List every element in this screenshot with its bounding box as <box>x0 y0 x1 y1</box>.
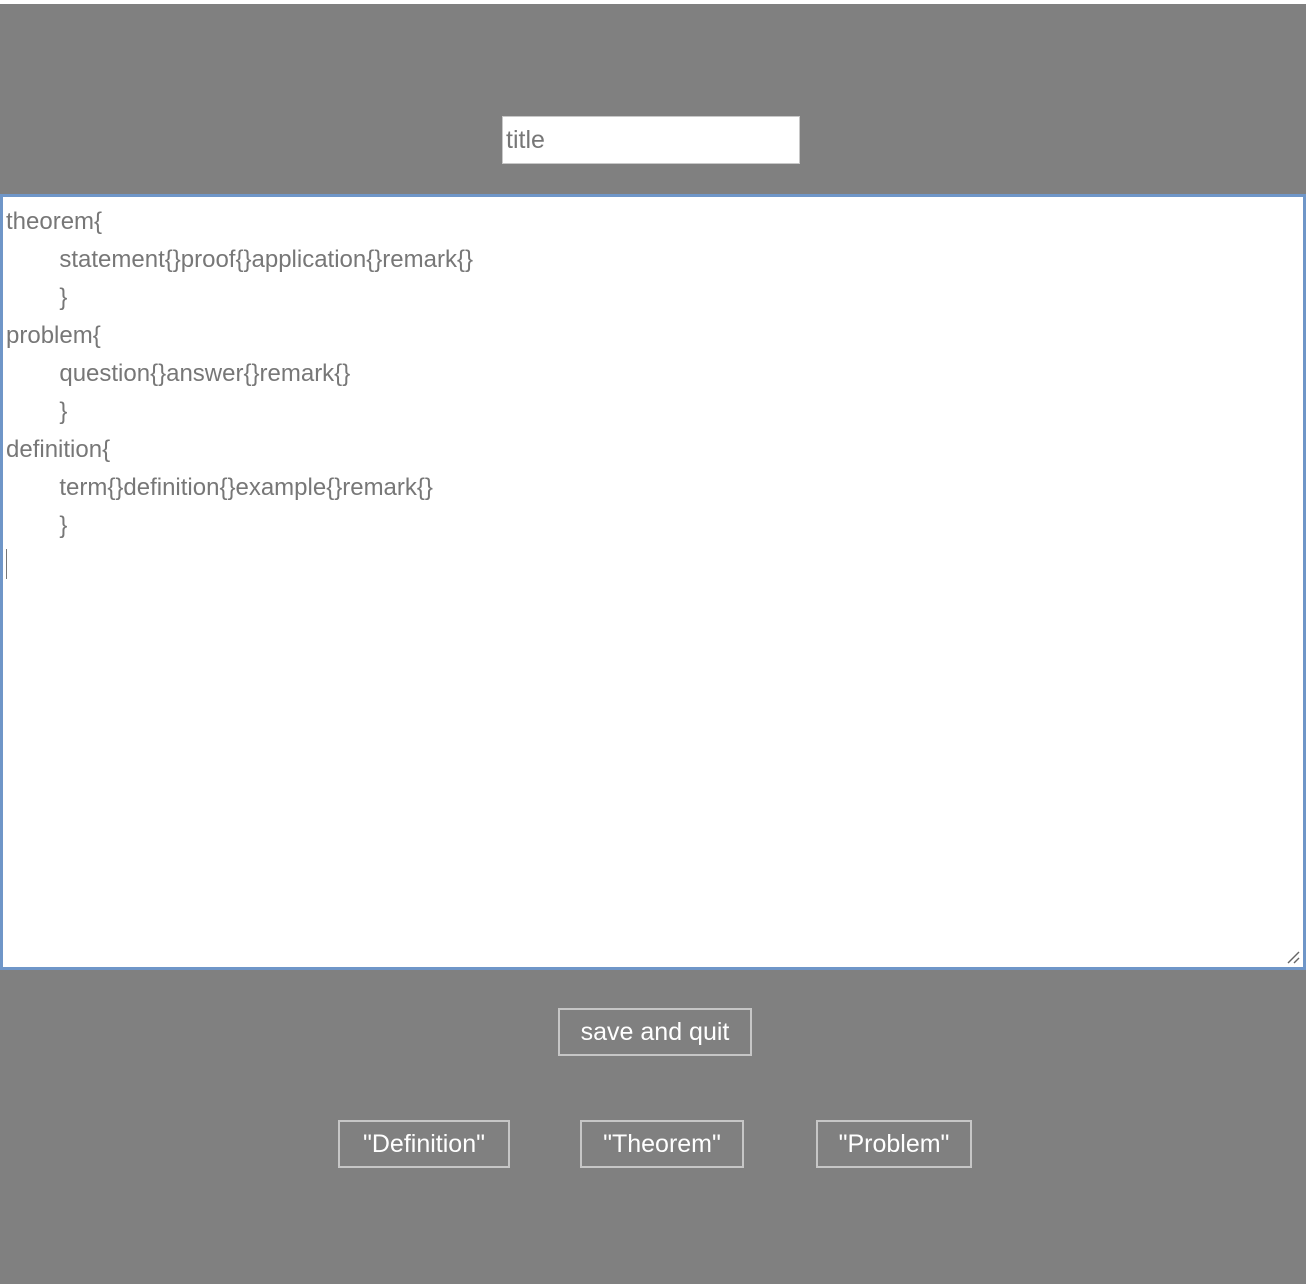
editor-line: theorem{ <box>6 208 103 235</box>
editor-line: problem{ <box>6 322 101 349</box>
editor-line: term{}definition{}example{}remark{} <box>59 474 433 501</box>
content-textarea[interactable]: theorem{ statement{}proof{}application{}… <box>0 194 1306 970</box>
editor-line: question{}answer{}remark{} <box>59 360 351 387</box>
editor-page: theorem{ statement{}proof{}application{}… <box>0 4 1306 1284</box>
editor-line: statement{}proof{}application{}remark{} <box>59 246 473 273</box>
editor-line: } <box>59 398 68 425</box>
editor-line: } <box>59 284 68 311</box>
save-and-quit-button[interactable]: save and quit <box>558 1008 752 1056</box>
title-input[interactable] <box>502 116 800 164</box>
insert-definition-button[interactable]: "Definition" <box>338 1120 510 1168</box>
insert-problem-button[interactable]: "Problem" <box>816 1120 972 1168</box>
content-text[interactable]: theorem{ statement{}proof{}application{}… <box>6 203 1300 583</box>
resize-grip-icon[interactable] <box>1284 948 1300 964</box>
text-caret <box>6 548 7 579</box>
editor-line: definition{ <box>6 436 111 463</box>
editor-line: } <box>59 512 68 539</box>
insert-theorem-button[interactable]: "Theorem" <box>580 1120 744 1168</box>
